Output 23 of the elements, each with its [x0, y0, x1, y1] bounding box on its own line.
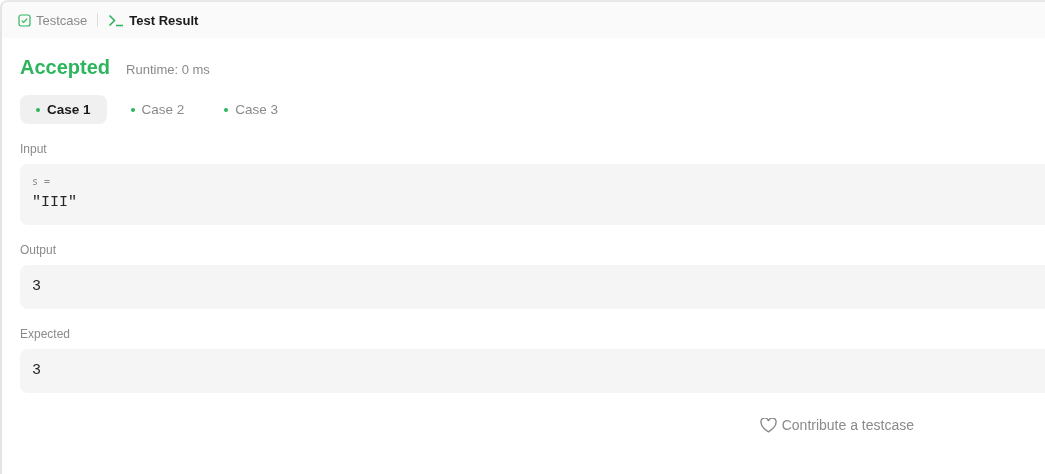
- case-label: Case 2: [141, 102, 185, 117]
- field-label: Expected: [20, 327, 72, 341]
- case-tab[interactable]: Case 3: [208, 95, 295, 124]
- panel-tab[interactable]: Test Result: [104, 12, 203, 28]
- field-value: 3: [32, 277, 42, 297]
- checkbox-icon: [18, 13, 31, 27]
- runtime-text: Runtime: 0 ms: [126, 62, 210, 77]
- terminal-icon: [108, 13, 125, 27]
- field-value: 3: [32, 361, 42, 381]
- case-tab[interactable]: Case 1: [20, 95, 107, 124]
- result-status: Accepted: [20, 56, 111, 79]
- tab-label: Testcase: [36, 12, 88, 28]
- tab-label: Test Result: [129, 12, 199, 28]
- field-value: "III": [32, 193, 78, 213]
- panel-tab[interactable]: Testcase: [14, 12, 92, 28]
- contribute-link[interactable]: Contribute a testcase: [759, 417, 914, 433]
- case-label: Case 3: [235, 102, 279, 117]
- field-label: Output: [20, 243, 58, 257]
- case-tab[interactable]: Case 2: [114, 95, 201, 124]
- field-label: Input: [20, 142, 48, 156]
- variable-name: s =: [32, 176, 52, 187]
- heart-icon: [759, 417, 777, 433]
- case-label: Case 1: [47, 102, 91, 117]
